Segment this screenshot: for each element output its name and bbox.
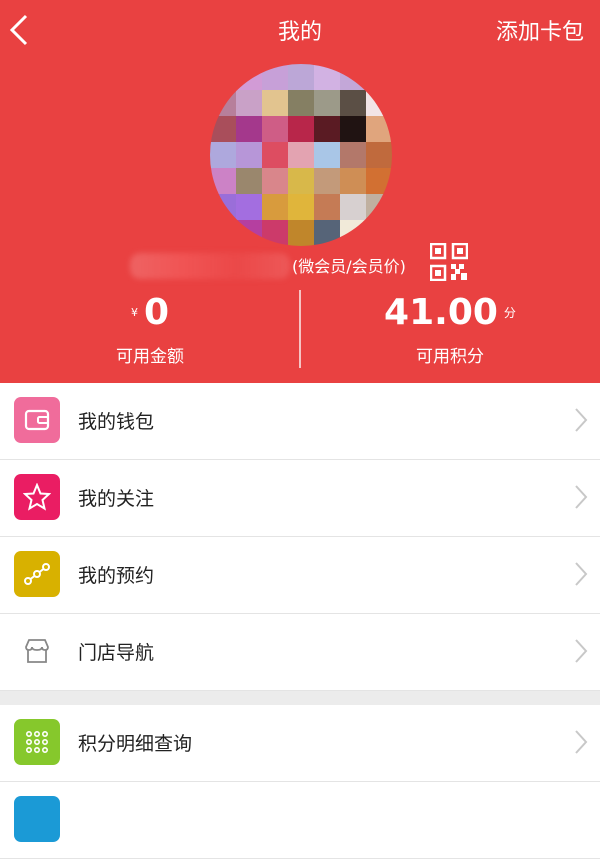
balance-value: 0 xyxy=(143,292,170,333)
balance-stat[interactable]: ¥0 可用金额 xyxy=(0,290,300,370)
avatar[interactable] xyxy=(210,64,392,246)
store-icon xyxy=(14,628,60,674)
chevron-right-icon xyxy=(575,562,588,586)
menu-list: 我的钱包 我的关注 我的预约 门店导航 积分明细查询 xyxy=(0,383,600,859)
menu-item-label: 我的钱包 xyxy=(78,411,155,433)
section-gap xyxy=(0,691,600,705)
menu-item-label: 我的预约 xyxy=(78,565,155,587)
chevron-right-icon xyxy=(575,730,588,754)
currency-symbol: ¥ xyxy=(130,306,138,319)
menu-item-points-detail[interactable]: 积分明细查询 xyxy=(0,705,600,782)
menu-item-store-nav[interactable]: 门店导航 xyxy=(0,614,600,691)
avatar-image xyxy=(210,64,392,246)
menu-item-reservation[interactable]: 我的预约 xyxy=(0,537,600,614)
profile-header: 我的 添加卡包 (微会员/会员价) ¥ 0 可用金额 41.00 分 可用积分 xyxy=(0,0,600,383)
stats-divider xyxy=(299,290,301,368)
menu-item-next[interactable] xyxy=(0,782,600,859)
member-type: (微会员/会员价) xyxy=(292,257,406,276)
menu-item-label: 我的关注 xyxy=(78,488,155,510)
chevron-right-icon xyxy=(575,485,588,509)
chevron-right-icon xyxy=(575,408,588,432)
partial-menu-icon xyxy=(14,796,60,842)
menu-item-wallet[interactable]: 我的钱包 xyxy=(0,383,600,460)
username-redacted xyxy=(130,253,290,279)
balance-label: 可用金额 xyxy=(116,347,184,367)
points-label: 可用积分 xyxy=(416,347,484,367)
grid-icon xyxy=(14,719,60,765)
menu-item-label: 门店导航 xyxy=(78,642,155,664)
points-value: 41.00 xyxy=(384,292,498,333)
wallet-icon xyxy=(14,397,60,443)
menu-item-label: 积分明细查询 xyxy=(78,733,193,755)
points-unit: 分 xyxy=(503,306,516,320)
points-stat[interactable]: 41.00 分 可用积分 xyxy=(300,290,600,370)
route-icon xyxy=(14,551,60,597)
add-card-button[interactable]: 添加卡包 xyxy=(496,14,584,46)
star-icon xyxy=(14,474,60,520)
chevron-right-icon xyxy=(575,639,588,663)
menu-item-follow[interactable]: 我的关注 xyxy=(0,460,600,537)
qr-code-icon[interactable] xyxy=(429,242,469,282)
top-bar: 我的 添加卡包 xyxy=(0,0,600,60)
